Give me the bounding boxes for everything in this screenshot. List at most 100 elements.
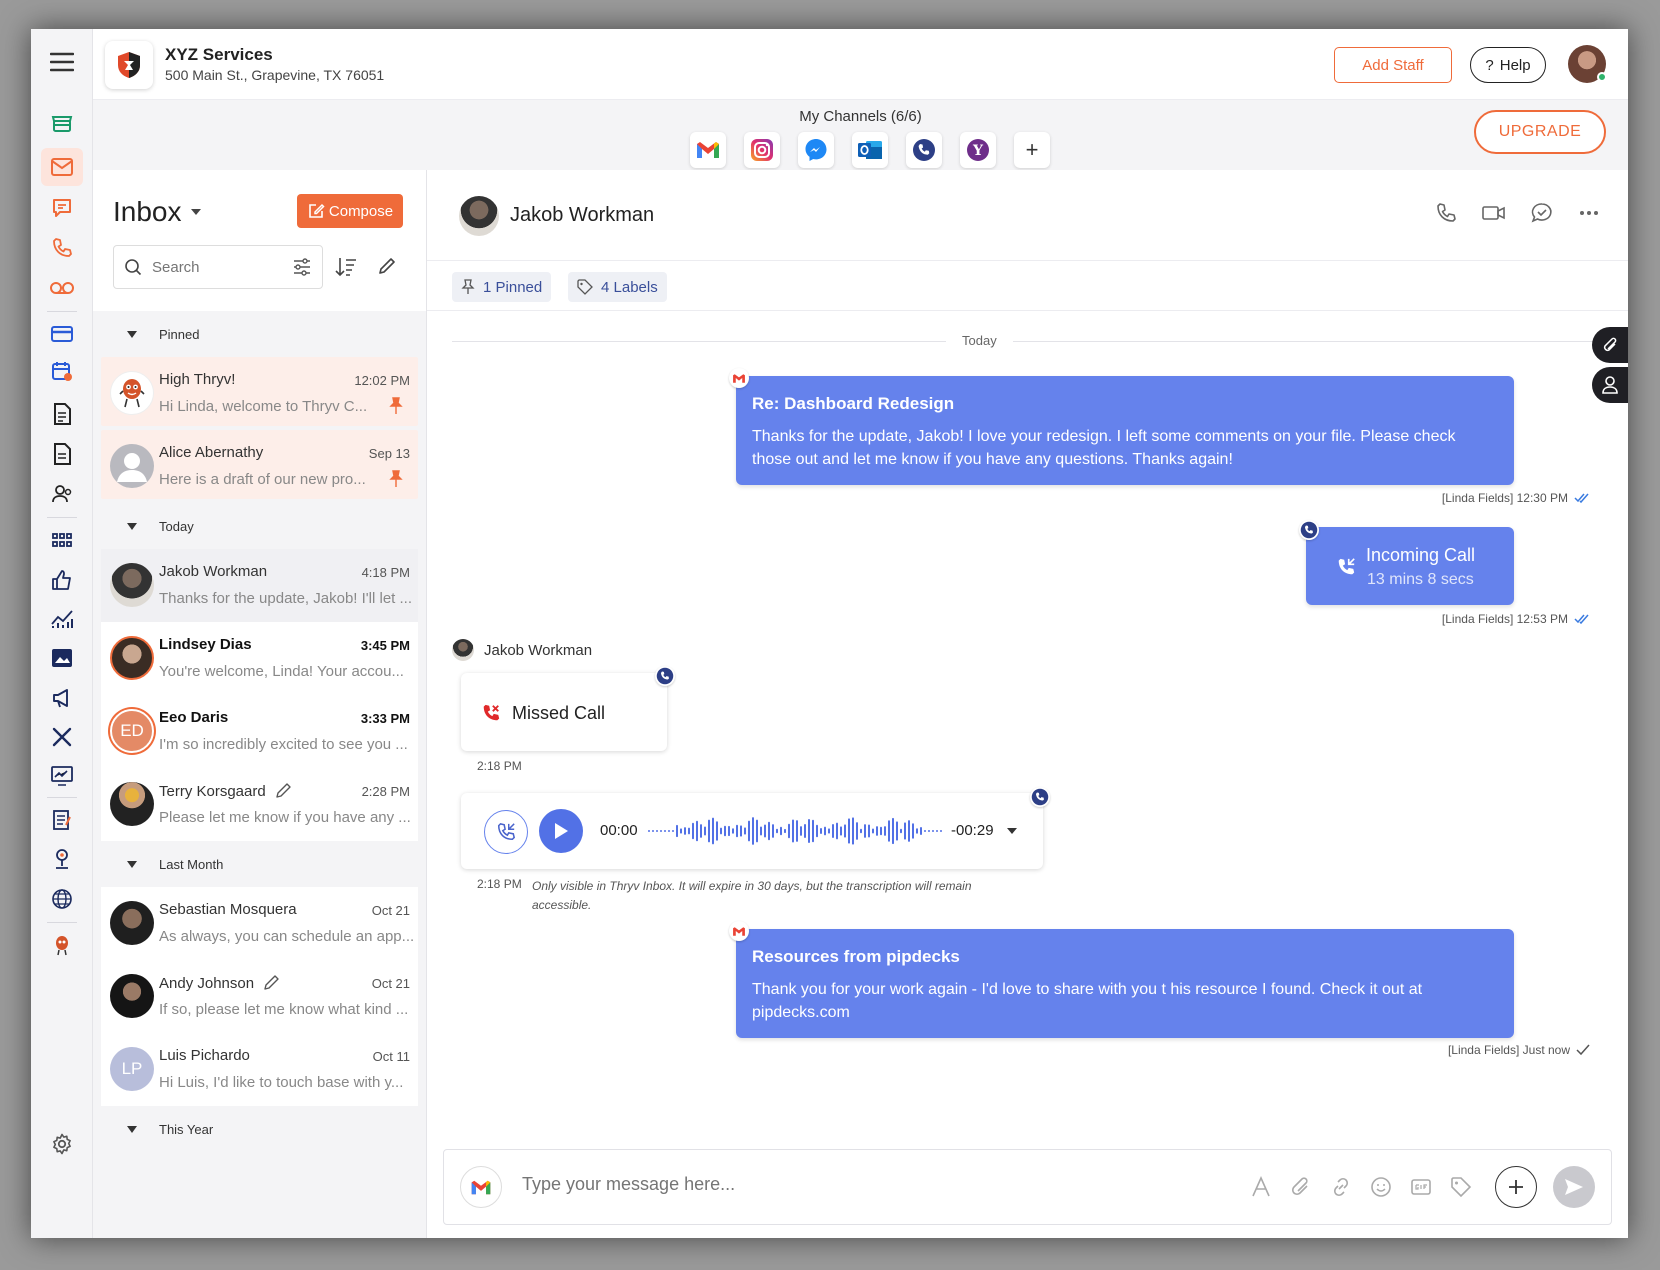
voicemail-icon[interactable] <box>41 269 83 307</box>
contact-person-icon[interactable] <box>1592 367 1628 403</box>
filter-sliders-icon[interactable] <box>292 257 312 277</box>
contact-name: Alice Abernathy <box>159 444 264 461</box>
add-attachment-plus-icon[interactable] <box>1495 1166 1537 1208</box>
email-message-bubble[interactable]: Re: Dashboard Redesign Thanks for the up… <box>736 376 1514 485</box>
list-item[interactable]: High Thryv! 12:02 PM Hi Linda, welcome t… <box>101 357 418 426</box>
sent-check-icon <box>1576 1044 1590 1056</box>
hamburger-menu-icon[interactable] <box>41 43 83 81</box>
call-icon[interactable] <box>1435 202 1457 224</box>
settings-gear-icon[interactable] <box>41 1125 83 1163</box>
waveform-bar <box>864 824 866 838</box>
gmail-icon[interactable] <box>690 132 726 168</box>
labels-count: 4 Labels <box>601 278 658 296</box>
tools-icon[interactable] <box>41 718 83 756</box>
audio-waveform[interactable] <box>647 813 943 849</box>
channels-bar: My Channels (6/6) Y + UPGRADE <box>93 100 1628 170</box>
calendar-icon[interactable] <box>41 352 83 390</box>
contact-avatar[interactable] <box>459 196 499 236</box>
playback-remaining: -00:29 <box>951 822 994 839</box>
tag-row: 1 Pinned 4 Labels <box>427 261 1628 311</box>
thryv-mascot-icon[interactable] <box>41 926 83 964</box>
section-this-year[interactable]: This Year <box>93 1106 426 1152</box>
notes-checklist-icon[interactable] <box>41 801 83 839</box>
message-input[interactable] <box>522 1174 1022 1195</box>
emoji-icon[interactable] <box>1369 1175 1393 1199</box>
document-icon[interactable] <box>41 395 83 433</box>
message-time: 2:18 PM <box>477 877 522 891</box>
missed-call-card[interactable]: Missed Call <box>461 673 667 751</box>
waveform-bar <box>768 821 770 841</box>
list-item[interactable]: LP Luis Pichardo Oct 11 Hi Luis, I'd lik… <box>101 1033 418 1106</box>
website-builder-icon[interactable] <box>41 639 83 677</box>
yahoo-icon[interactable]: Y <box>960 132 996 168</box>
label-tag-icon[interactable] <box>1449 1175 1473 1199</box>
text-format-icon[interactable] <box>1249 1175 1273 1199</box>
incoming-call-icon <box>1338 558 1355 575</box>
sort-icon[interactable] <box>335 256 357 278</box>
chat-icon[interactable] <box>41 189 83 227</box>
list-item[interactable]: Terry Korsgaard 2:28 PM Please let me kn… <box>101 768 418 841</box>
list-item[interactable]: ED Eeo Daris 3:33 PM I'm so incredibly e… <box>101 695 418 768</box>
inbox-mail-icon[interactable] <box>41 148 83 186</box>
list-item[interactable]: Sebastian Mosquera Oct 21 As always, you… <box>101 887 418 960</box>
phone-channel-icon[interactable] <box>906 132 942 168</box>
list-item[interactable]: Andy Johnson Oct 21 If so, please let me… <box>101 960 418 1033</box>
list-item[interactable]: Jakob Workman 4:18 PM Thanks for the upd… <box>101 549 418 622</box>
outlook-icon[interactable] <box>852 132 888 168</box>
invoice-icon[interactable] <box>41 435 83 473</box>
send-button[interactable] <box>1553 1166 1595 1208</box>
storefront-icon[interactable] <box>41 104 83 142</box>
compose-button[interactable]: Compose <box>297 194 403 228</box>
link-icon[interactable] <box>1329 1175 1353 1199</box>
add-staff-button[interactable]: Add Staff <box>1334 47 1452 83</box>
video-call-icon[interactable] <box>1482 202 1506 224</box>
gif-icon[interactable] <box>1409 1175 1433 1199</box>
location-pin-icon[interactable] <box>41 840 83 878</box>
list-item[interactable]: Lindsey Dias 3:45 PM You're welcome, Lin… <box>101 622 418 695</box>
reviews-thumbs-up-icon[interactable] <box>41 561 83 599</box>
search-input[interactable] <box>152 258 272 276</box>
channel-select-gmail-icon[interactable] <box>460 1166 502 1208</box>
user-avatar[interactable] <box>1568 45 1607 83</box>
labels-tag[interactable]: 4 Labels <box>568 272 667 302</box>
waveform-bar <box>900 828 902 834</box>
expand-caret-icon[interactable] <box>1006 827 1018 835</box>
apps-grid-icon[interactable] <box>41 521 83 559</box>
inbox-title[interactable]: Inbox <box>113 196 202 228</box>
business-logo <box>105 41 153 89</box>
upgrade-button[interactable]: UPGRADE <box>1474 110 1606 154</box>
dashboard-monitor-icon[interactable] <box>41 757 83 795</box>
edit-pencil-icon[interactable] <box>377 256 397 276</box>
section-last-month[interactable]: Last Month <box>93 841 426 887</box>
message-check-icon[interactable] <box>1531 202 1553 224</box>
waveform-bar <box>660 830 662 832</box>
waveform-bar <box>804 823 806 839</box>
marketing-megaphone-icon[interactable] <box>41 679 83 717</box>
attach-paperclip-icon[interactable] <box>1289 1175 1313 1199</box>
phone-icon[interactable] <box>41 229 83 267</box>
waveform-bar <box>808 818 810 844</box>
attachments-paperclip-icon[interactable] <box>1592 327 1628 363</box>
analytics-icon[interactable] <box>41 600 83 638</box>
message-preview: Please let me know if you have any ... <box>159 809 411 826</box>
globe-icon[interactable] <box>41 880 83 918</box>
message-preview: Hi Linda, welcome to Thryv C... <box>159 398 368 415</box>
section-today[interactable]: Today <box>93 503 426 549</box>
contacts-icon[interactable] <box>41 475 83 513</box>
payments-card-icon[interactable] <box>41 315 83 353</box>
more-options-icon[interactable] <box>1578 202 1600 224</box>
message-preview: You're welcome, Linda! Your accou... <box>159 663 404 680</box>
voicemail-call-icon[interactable] <box>484 810 528 854</box>
list-item[interactable]: Alice Abernathy Sep 13 Here is a draft o… <box>101 430 418 499</box>
email-message-bubble[interactable]: Resources from pipdecks Thank you for yo… <box>736 929 1514 1038</box>
instagram-icon[interactable] <box>744 132 780 168</box>
messenger-icon[interactable] <box>798 132 834 168</box>
add-channel-button[interactable]: + <box>1014 132 1050 168</box>
composer-tools <box>1249 1166 1595 1208</box>
help-button[interactable]: ? Help <box>1470 47 1546 83</box>
pinned-tag[interactable]: 1 Pinned <box>452 272 552 302</box>
incoming-call-bubble[interactable]: Incoming Call 13 mins 8 secs <box>1306 527 1514 605</box>
waveform-bar <box>724 825 726 837</box>
play-button[interactable] <box>539 809 583 853</box>
section-pinned[interactable]: Pinned <box>93 311 426 357</box>
